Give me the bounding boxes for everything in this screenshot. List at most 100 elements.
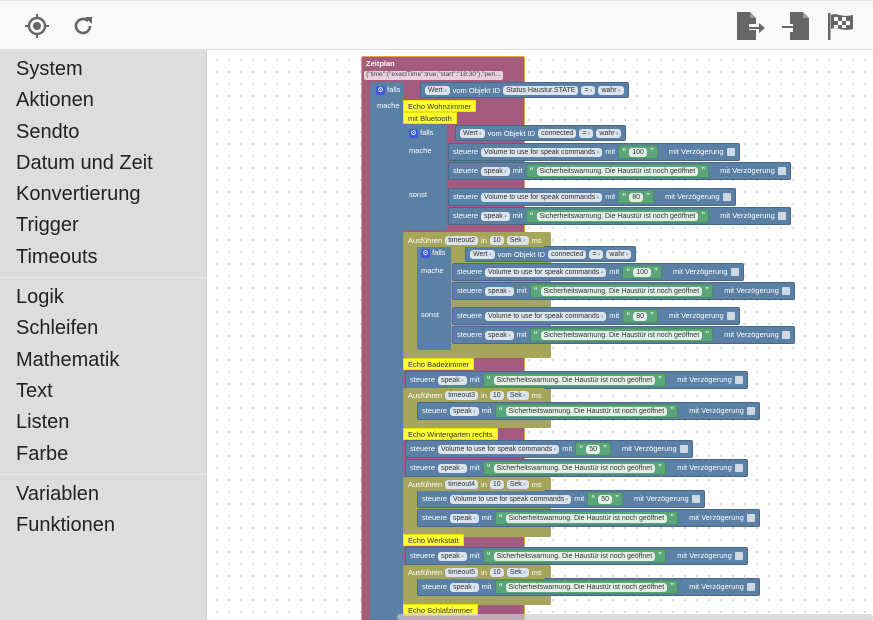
control-statement[interactable]: steuerespeakmit“Sicherheitswarnung. Die … <box>417 509 760 527</box>
object-field[interactable]: speak <box>438 375 467 385</box>
object-field[interactable]: Volume to use for speak commands <box>438 444 560 454</box>
object-field[interactable]: Volume to use for speak commands <box>485 311 607 321</box>
timeout-header[interactable]: Ausführentimeout3in10Sekms <box>405 388 545 402</box>
if-block-timeout2[interactable] <box>417 246 451 350</box>
text-block[interactable]: “Sicherheitswarnung. Die Haustür ist noc… <box>494 404 679 418</box>
unit-dropdown[interactable]: Sek <box>506 479 529 489</box>
timeout-value[interactable]: 10 <box>489 235 504 245</box>
if-block-outer[interactable] <box>370 82 404 620</box>
value-dropdown[interactable]: Wert <box>460 128 485 138</box>
operator-dropdown[interactable]: = <box>579 128 594 138</box>
text-block[interactable]: “50” <box>587 492 624 506</box>
bool-dropdown[interactable]: wahr <box>598 85 624 95</box>
control-statement[interactable]: steuereVolume to use for speak commandsm… <box>452 263 744 281</box>
control-statement[interactable]: steuerespeakmit“Sicherheitswarnung. Die … <box>448 162 791 180</box>
delay-checkbox[interactable] <box>777 212 786 220</box>
text-block[interactable]: “Sicherheitswarnung. Die Haustür ist noc… <box>525 209 710 223</box>
comment-bluetooth[interactable]: mit Bluetooth <box>403 112 457 124</box>
condition-connected[interactable]: Wert vom Objekt ID connected = wahr <box>455 125 627 141</box>
comment-wohnzimmer[interactable]: Echo Wohnzimmer <box>403 100 477 112</box>
blockly-workspace[interactable]: Zeitplan {"time":{"exactTime":true,"star… <box>207 50 873 620</box>
condition-status[interactable]: Wert vom Objekt ID Status Haustur.STATE … <box>420 82 629 98</box>
target-icon[interactable] <box>20 9 54 43</box>
object-field[interactable]: speak <box>485 330 514 340</box>
control-statement[interactable]: steuereVolume to use for speak commandsm… <box>452 307 740 325</box>
object-field[interactable]: Volume to use for speak commands <box>481 192 603 202</box>
object-id-field[interactable]: Status Haustur.STATE <box>503 85 579 95</box>
delay-checkbox[interactable] <box>746 407 755 415</box>
delay-checkbox[interactable] <box>730 268 739 276</box>
text-block[interactable]: “100” <box>622 265 662 279</box>
text-value[interactable]: 50 <box>586 444 601 454</box>
timeout-name[interactable]: timeout3 <box>445 390 479 400</box>
text-block[interactable]: “80” <box>618 190 655 204</box>
delay-checkbox[interactable] <box>746 514 755 522</box>
category-sendto[interactable]: Sendto <box>0 117 206 148</box>
operator-dropdown[interactable]: = <box>581 85 596 95</box>
condition-connected-2[interactable]: Wert vom Objekt ID connected = wahr <box>465 246 637 262</box>
checkered-flag-icon[interactable] <box>824 9 858 43</box>
text-value[interactable]: Sicherheitswarnung. Die Haustür ist noch… <box>493 463 656 473</box>
category-system[interactable]: System <box>0 54 206 85</box>
delay-checkbox[interactable] <box>746 583 755 591</box>
object-field[interactable]: speak <box>485 286 514 296</box>
comment-werkstatt[interactable]: Echo Werkstatt <box>403 534 464 546</box>
delay-checkbox[interactable] <box>679 445 688 453</box>
delay-checkbox[interactable] <box>781 331 790 339</box>
timeout-header[interactable]: Ausführentimeout4in10Sekms <box>405 477 545 491</box>
text-value[interactable]: 50 <box>598 494 613 504</box>
text-block[interactable]: “Sicherheitswarnung. Die Haustür ist noc… <box>529 328 714 342</box>
comment-badezimmer[interactable]: Echo Badezimmer <box>403 358 475 370</box>
text-value[interactable]: Sicherheitswarnung. Die Haustür ist noch… <box>493 375 656 385</box>
text-value[interactable]: Sicherheitswarnung. Die Haustür ist noch… <box>540 330 703 340</box>
control-statement[interactable]: steuerespeakmit“Sicherheitswarnung. Die … <box>405 459 748 477</box>
gear-icon[interactable]: ⚙ <box>421 249 430 258</box>
category-farbe[interactable]: Farbe <box>0 439 206 470</box>
text-block[interactable]: “Sicherheitswarnung. Die Haustür ist noc… <box>482 373 667 387</box>
category-datum-und-zeit[interactable]: Datum und Zeit <box>0 148 206 179</box>
text-block[interactable]: “80” <box>622 309 659 323</box>
unit-dropdown[interactable]: Sek <box>506 390 529 400</box>
object-field[interactable]: speak <box>438 463 467 473</box>
text-value[interactable]: Sicherheitswarnung. Die Haustür ist noch… <box>536 166 699 176</box>
value-dropdown[interactable]: Wert <box>470 249 495 259</box>
control-statement[interactable]: steuereVolume to use for speak commandsm… <box>405 440 693 458</box>
bool-dropdown[interactable]: wahr <box>596 128 622 138</box>
unit-dropdown[interactable]: Sek <box>506 235 529 245</box>
text-value[interactable]: 80 <box>633 311 648 321</box>
delay-checkbox[interactable] <box>734 464 743 472</box>
object-field[interactable]: Volume to use for speak commands <box>450 494 572 504</box>
text-block[interactable]: “100” <box>618 145 658 159</box>
control-statement[interactable]: steuerespeakmit“Sicherheitswarnung. Die … <box>452 282 795 300</box>
control-statement[interactable]: steuerespeakmit“Sicherheitswarnung. Die … <box>405 371 748 389</box>
timeout-header[interactable]: Ausführentimeout2in10Sekms <box>405 233 545 247</box>
category-schleifen[interactable]: Schleifen <box>0 313 206 344</box>
delay-checkbox[interactable] <box>691 495 700 503</box>
delay-checkbox[interactable] <box>726 148 735 156</box>
object-id-field[interactable]: connected <box>538 128 577 138</box>
if-block-bluetooth[interactable] <box>403 124 447 230</box>
control-statement[interactable]: steuereVolume to use for speak commandsm… <box>448 188 736 206</box>
text-block[interactable]: “Sicherheitswarnung. Die Haustür ist noc… <box>482 461 667 475</box>
object-field[interactable]: speak <box>481 166 510 176</box>
control-statement[interactable]: steuereVolume to use for speak commandsm… <box>417 490 705 508</box>
text-value[interactable]: 80 <box>629 192 644 202</box>
category-aktionen[interactable]: Aktionen <box>0 85 206 116</box>
timeout-value[interactable]: 10 <box>489 567 504 577</box>
delay-checkbox[interactable] <box>722 193 731 201</box>
schedule-param[interactable]: {"time":{"exactTime":true,"start":"18:30… <box>364 71 503 80</box>
timeout-name[interactable]: timeout4 <box>445 479 479 489</box>
bool-dropdown[interactable]: wahr <box>606 249 632 259</box>
delay-checkbox[interactable] <box>734 552 743 560</box>
category-text[interactable]: Text <box>0 376 206 407</box>
refresh-icon[interactable] <box>66 9 100 43</box>
delay-checkbox[interactable] <box>734 376 743 384</box>
import-icon[interactable] <box>780 9 814 43</box>
gear-icon[interactable]: ⚙ <box>409 129 418 138</box>
object-field[interactable]: speak <box>438 551 467 561</box>
category-timeouts[interactable]: Timeouts <box>0 242 206 273</box>
delay-checkbox[interactable] <box>777 167 786 175</box>
text-value[interactable]: Sicherheitswarnung. Die Haustür ist noch… <box>536 211 699 221</box>
object-field[interactable]: Volume to use for speak commands <box>485 267 607 277</box>
control-statement[interactable]: steuerespeakmit“Sicherheitswarnung. Die … <box>448 207 791 225</box>
